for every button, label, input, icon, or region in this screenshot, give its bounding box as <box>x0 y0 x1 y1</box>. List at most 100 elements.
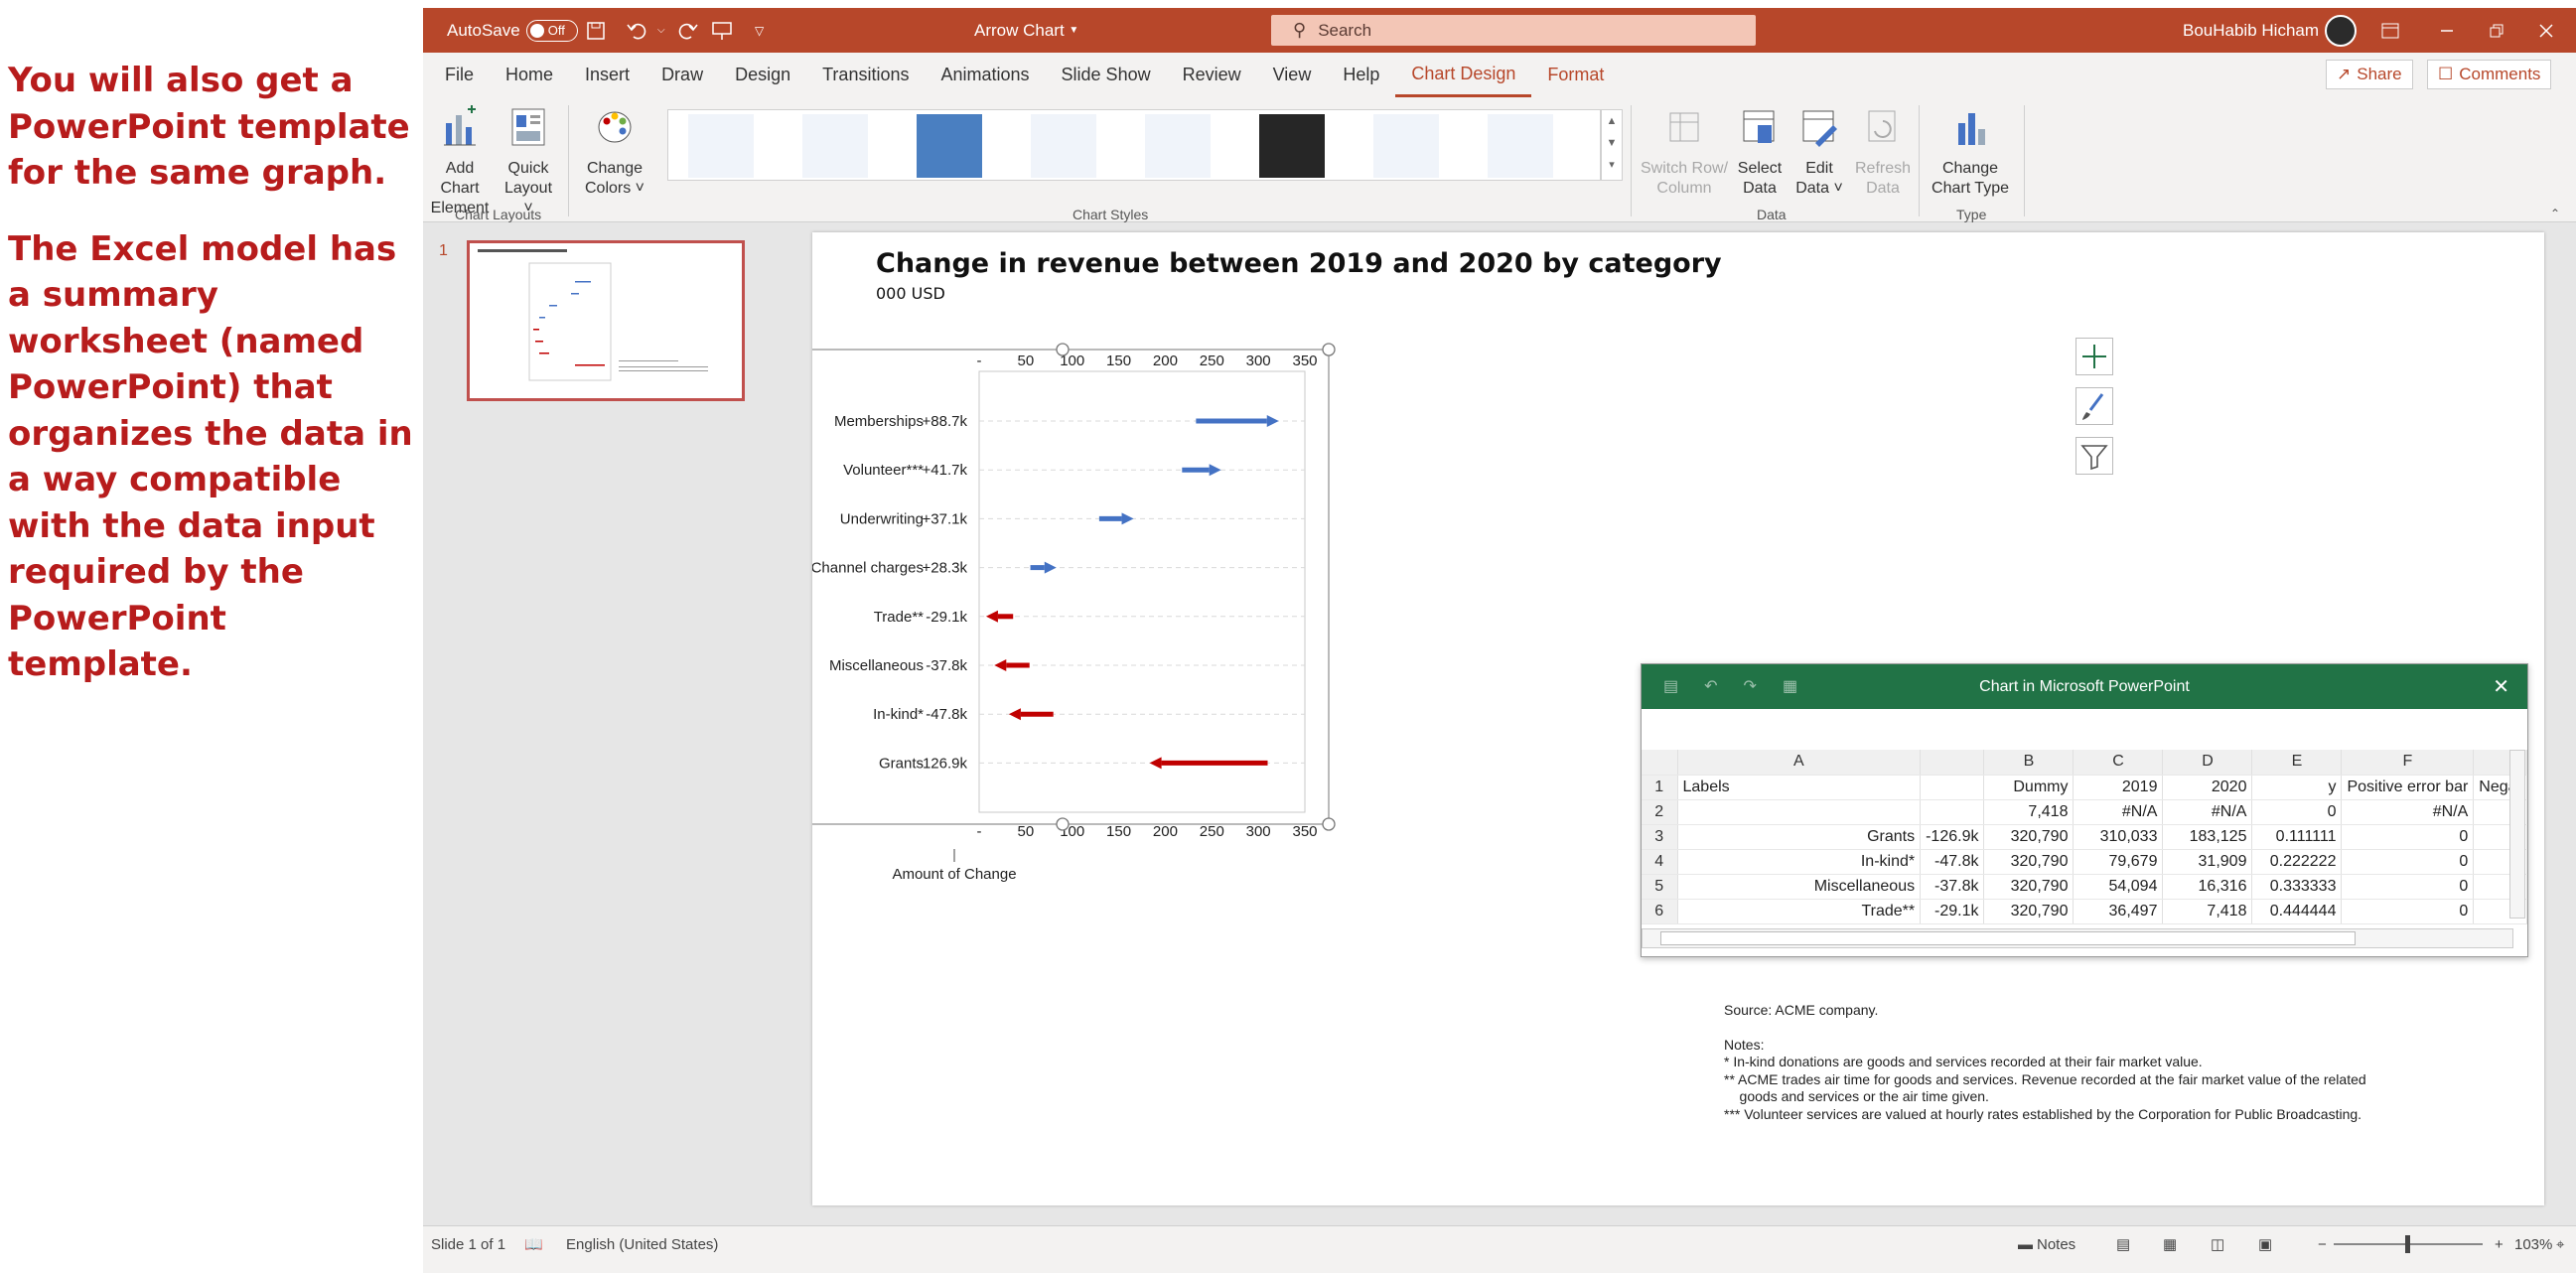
sheet-cell[interactable]: 0.333333 <box>2251 874 2343 900</box>
autosave[interactable]: AutoSave Off <box>447 8 578 53</box>
sheet-row[interactable]: 1 Labels Dummy 2019 2020 y Positive error bar N… <box>1642 775 2527 800</box>
sheet-cell[interactable]: Dummy <box>1983 775 2075 800</box>
chart-style-5[interactable] <box>1145 114 1211 178</box>
row-number[interactable]: 6 <box>1642 899 1678 924</box>
arrow-head[interactable] <box>1209 464 1221 477</box>
sheet-cell[interactable]: 310,033 <box>2073 824 2164 850</box>
undo-icon[interactable] <box>626 8 647 53</box>
sheet-cell[interactable]: 0 <box>2341 849 2475 875</box>
reading-view-icon[interactable]: ◫ <box>2211 1226 2224 1262</box>
close-icon[interactable]: ✕ <box>2493 674 2509 699</box>
arrow-head[interactable] <box>1121 512 1134 525</box>
close-icon[interactable] <box>2538 8 2554 53</box>
sheet-row[interactable]: 5 Miscellaneous -37.8k 320,790 54,094 16,316 0… <box>1642 874 2527 900</box>
tab-slide-show[interactable]: Slide Show <box>1046 53 1167 97</box>
row-number[interactable]: 1 <box>1642 775 1678 800</box>
sheet-cell[interactable]: Miscellaneous <box>1677 874 1922 900</box>
sheet-row[interactable]: 2 7,418 #N/A #N/A 0 #N/A <box>1642 799 2527 825</box>
undo-dropdown-icon[interactable]: ⌵ <box>657 8 665 53</box>
sheet-cell[interactable]: -126.9k <box>1920 824 1985 850</box>
plot-area[interactable] <box>978 370 1306 813</box>
chart-style-4[interactable] <box>1031 114 1096 178</box>
sheet-cell[interactable]: 36,497 <box>2073 899 2164 924</box>
zoom-in-icon[interactable]: + <box>2495 1226 2504 1262</box>
redo-icon[interactable]: ↷ <box>1744 676 1757 696</box>
selection-handle[interactable] <box>1322 343 1336 356</box>
sheet-cell[interactable]: 320,790 <box>1983 849 2075 875</box>
selection-handle[interactable] <box>1322 817 1336 831</box>
arrow-head[interactable] <box>1266 415 1279 427</box>
zoom-slider[interactable] <box>2334 1226 2483 1262</box>
sheet-cell[interactable]: -37.8k <box>1920 874 1985 900</box>
sheet-cell[interactable]: 2020 <box>2162 775 2253 800</box>
chart-styles-gallery[interactable] <box>667 109 1601 181</box>
sheet-cell[interactable]: -29.1k <box>1920 899 1985 924</box>
sheet-cell[interactable]: 320,790 <box>1983 874 2075 900</box>
selection-handle[interactable] <box>1056 343 1070 356</box>
undo-icon[interactable]: ↶ <box>1704 676 1717 696</box>
ribbon-display-icon[interactable] <box>2381 8 2399 53</box>
sheet-cell[interactable]: Grants <box>1677 824 1922 850</box>
gallery-scroll[interactable]: ▲ ▼ ▾ <box>1601 109 1623 181</box>
present-icon[interactable] <box>711 8 733 53</box>
sheet-cell[interactable]: In-kind* <box>1677 849 1922 875</box>
sheet-cell[interactable]: #N/A <box>2341 799 2475 825</box>
sheet-cell[interactable]: 31,909 <box>2162 849 2253 875</box>
chart-filters-button[interactable] <box>2075 437 2113 475</box>
zoom-out-icon[interactable]: − <box>2318 1226 2327 1262</box>
fit-slide-icon[interactable]: ⌖ <box>2556 1226 2564 1262</box>
sheet-cell[interactable]: 320,790 <box>1983 899 2075 924</box>
slide-notes-textbox[interactable]: Source: ACME company. Notes: * In-kind d… <box>1724 1002 2366 1123</box>
chart-styles-button[interactable] <box>2075 387 2113 425</box>
refresh-data-button[interactable]: Refresh Data <box>1853 105 1913 199</box>
save-icon[interactable]: ▤ <box>1663 676 1678 696</box>
chart-style-6[interactable] <box>1259 114 1325 178</box>
autosave-toggle[interactable]: Off <box>525 19 578 42</box>
chart-style-1[interactable] <box>688 114 754 178</box>
chart-style-3[interactable] <box>917 114 982 178</box>
restore-icon[interactable] <box>2489 8 2504 53</box>
tab-draw[interactable]: Draw <box>645 53 719 97</box>
sheet-cell[interactable]: #N/A <box>2073 799 2164 825</box>
slide-thumbnail[interactable] <box>467 240 745 401</box>
tab-review[interactable]: Review <box>1167 53 1257 97</box>
sheet-cell[interactable]: Positive error bar <box>2341 775 2475 800</box>
row-number[interactable]: 2 <box>1642 799 1678 825</box>
collapse-ribbon-icon[interactable]: ⌃ <box>2550 207 2560 220</box>
tab-file[interactable]: File <box>429 53 490 97</box>
customize-toolbar-icon[interactable]: ▽ <box>755 8 764 53</box>
chart-title[interactable]: Change in revenue between 2019 and 2020 … <box>876 248 1722 279</box>
sheet-cell[interactable]: 0 <box>2341 874 2475 900</box>
sheet-cell[interactable]: -47.8k <box>1920 849 1985 875</box>
document-title[interactable]: Arrow Chart ▼ <box>974 8 1078 53</box>
sheet-cell[interactable]: 320,790 <box>1983 824 2075 850</box>
sheet-cell[interactable]: 2019 <box>2073 775 2164 800</box>
slide-sorter-icon[interactable]: ▦ <box>2163 1226 2177 1262</box>
arrow-head[interactable] <box>985 610 998 623</box>
sheet-cell[interactable]: 7,418 <box>2162 899 2253 924</box>
sheet-cell[interactable]: Labels <box>1677 775 1922 800</box>
sheet-cell[interactable]: 0.222222 <box>2251 849 2343 875</box>
sheet-cell[interactable]: 0 <box>2341 899 2475 924</box>
chart-elements-button[interactable] <box>2075 338 2113 375</box>
arrow-head[interactable] <box>1149 757 1162 770</box>
sheet-cell[interactable] <box>1677 799 1922 825</box>
sheet-cell[interactable]: 0 <box>2341 824 2475 850</box>
tab-view[interactable]: View <box>1257 53 1328 97</box>
chart-style-7[interactable] <box>1373 114 1439 178</box>
selection-handle[interactable] <box>1056 817 1070 831</box>
minimize-icon[interactable] <box>2439 8 2455 53</box>
excel-data-window[interactable]: ▤ ↶ ↷ ▦ Chart in Microsoft PowerPoint ✕ … <box>1641 663 2528 957</box>
chart-style-8[interactable] <box>1488 114 1553 178</box>
tab-help[interactable]: Help <box>1327 53 1395 97</box>
sheet-cell[interactable] <box>1920 799 1985 825</box>
sheet-cell[interactable]: Trade** <box>1677 899 1922 924</box>
tab-design[interactable]: Design <box>719 53 806 97</box>
sheet-cell[interactable]: 16,316 <box>2162 874 2253 900</box>
comments-button[interactable]: ☐ Comments <box>2427 60 2552 89</box>
sheet-cell[interactable]: 7,418 <box>1983 799 2075 825</box>
row-number[interactable]: 4 <box>1642 849 1678 875</box>
sheet-row[interactable]: 4 In-kind* -47.8k 320,790 79,679 31,909 0.2222… <box>1642 849 2527 875</box>
row-number[interactable]: 5 <box>1642 874 1678 900</box>
tab-insert[interactable]: Insert <box>569 53 645 97</box>
